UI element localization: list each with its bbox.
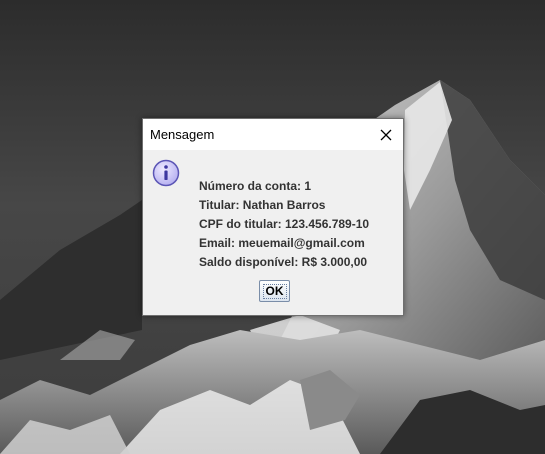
message-dialog: Mensagem Número da conta: 1 Titular: Nat… bbox=[142, 118, 404, 316]
balance-line: Saldo disponível: R$ 3.000,00 bbox=[199, 255, 368, 269]
close-button[interactable] bbox=[369, 119, 403, 150]
close-icon bbox=[380, 129, 392, 140]
email-line: Email: meuemail@gmail.com bbox=[199, 236, 365, 250]
account-number-line: Número da conta: 1 bbox=[199, 179, 312, 193]
holder-line: Titular: Nathan Barros bbox=[199, 198, 326, 212]
message-text: Número da conta: 1 Titular: Nathan Barro… bbox=[199, 179, 369, 274]
info-icon bbox=[152, 159, 180, 187]
ok-button[interactable]: OK bbox=[259, 280, 290, 302]
cpf-line: CPF do titular: 123.456.789-10 bbox=[199, 217, 370, 231]
dialog-title: Mensagem bbox=[150, 127, 215, 142]
dialog-titlebar[interactable]: Mensagem bbox=[143, 119, 403, 150]
ok-button-label: OK bbox=[262, 283, 287, 299]
